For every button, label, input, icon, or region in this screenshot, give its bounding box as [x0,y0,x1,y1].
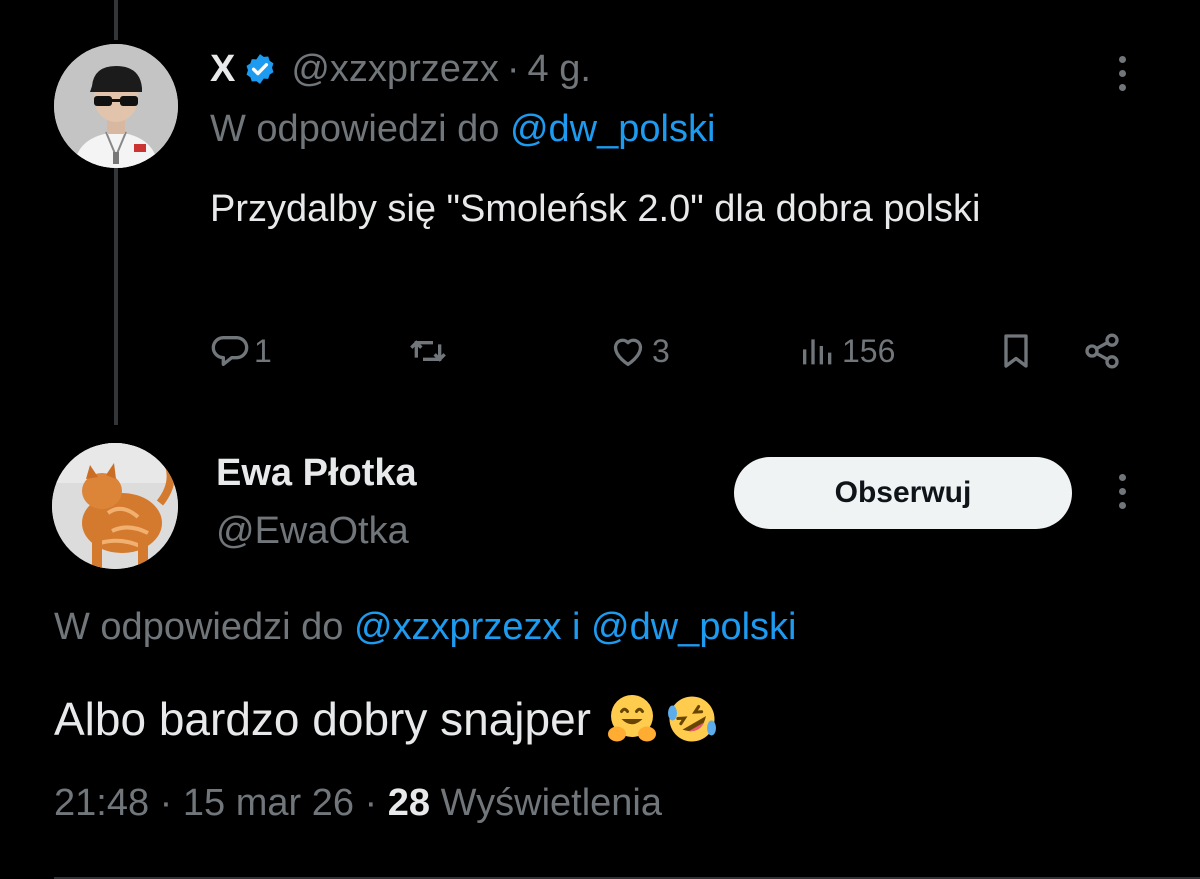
action-bar: 1 3 156 [210,326,1130,376]
mention-link[interactable]: @xzxprzezx [354,606,562,648]
reply-context: W odpowiedzi do @xzxprzezx i @dw_polski [54,606,796,649]
author-name[interactable]: Ewa Płotka [216,452,417,495]
reply-and: i [572,606,581,648]
reply-prefix: W odpowiedzi do [54,606,344,648]
retweet-icon [410,340,446,362]
author-name[interactable]: X [210,48,235,91]
more-icon[interactable] [1117,56,1127,98]
author-handle[interactable]: @xzxprzezx [291,48,499,91]
follow-button[interactable]: Obserwuj [734,457,1072,529]
author-handle[interactable]: @EwaOtka [216,510,409,553]
reply-count: 1 [254,332,272,369]
thread-line-top [114,0,118,40]
bookmark-icon [1004,334,1028,368]
reply-context: W odpowiedzi do @dw_polski [210,108,715,151]
reply-icon [211,336,249,366]
views-count: 156 [842,332,896,369]
tweet-text: Albo bardzo dobry snajper [54,693,591,745]
tweet-time[interactable]: 21:48 [54,782,149,824]
avatar[interactable] [54,44,178,168]
separator: · [364,782,378,824]
views-icon [803,339,832,365]
separator: · [159,782,173,824]
share-button[interactable] [1082,326,1122,376]
views-button[interactable]: 156 [798,326,895,376]
views-count: 28 [387,782,431,824]
tweet-meta: 21:48 · 15 mar 26 · 28 Wyświetlenia [54,782,662,825]
like-count: 3 [652,332,670,369]
tweet-text: Przydalby się "Smoleńsk 2.0" dla dobra p… [210,188,981,230]
more-icon[interactable] [1117,474,1127,516]
share-icon [1085,333,1119,369]
rolling-on-floor-laughing-emoji [668,696,716,742]
mention-link[interactable]: @dw_polski [510,108,715,150]
timestamp[interactable]: 4 g. [528,48,591,91]
views-label: Wyświetlenia [440,782,662,824]
separator: · [506,47,520,90]
hugging-face-emoji [608,695,656,742]
avatar[interactable] [52,443,178,569]
reply-prefix: W odpowiedzi do [210,108,500,150]
verified-badge-icon [246,54,274,84]
tweet-header: X @xzxprzezx · 4 g. [210,44,591,94]
like-icon [613,338,643,366]
mention-link[interactable]: @dw_polski [591,606,796,648]
tweet-text-row: Albo bardzo dobry snajper [54,692,719,746]
tweet-date[interactable]: 15 mar 26 [183,782,354,824]
retweet-button[interactable] [408,326,452,376]
like-button[interactable]: 3 [608,326,670,376]
bookmark-button[interactable] [996,326,1036,376]
thread-line [114,168,118,425]
reply-button[interactable]: 1 [210,326,272,376]
